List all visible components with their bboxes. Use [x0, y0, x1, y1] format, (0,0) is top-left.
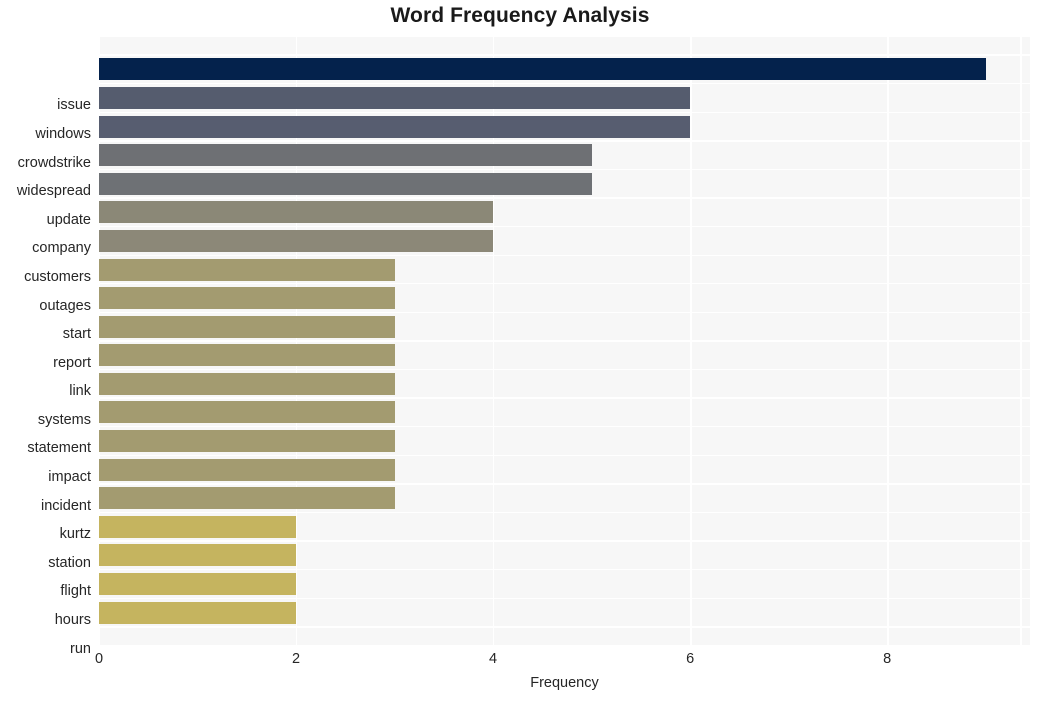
x-tick-label: 8 — [883, 651, 892, 667]
bar[interactable] — [99, 229, 494, 252]
x-axis-title: Frequency — [530, 675, 599, 691]
bar[interactable] — [99, 458, 395, 481]
bar-row — [99, 198, 1030, 227]
bar-row — [99, 255, 1030, 284]
bar[interactable] — [99, 287, 395, 310]
y-tick-label: flight — [60, 583, 91, 600]
bar-row — [99, 284, 1030, 313]
bar[interactable] — [99, 172, 592, 195]
bar-row — [99, 427, 1030, 456]
chart-title: Word Frequency Analysis — [390, 4, 650, 27]
y-tick-label: issue — [57, 97, 91, 114]
bar-row — [99, 312, 1030, 341]
bar[interactable] — [99, 401, 395, 424]
bar-row — [99, 169, 1030, 198]
x-axis: 0 2 4 6 8 Frequency — [95, 645, 1030, 701]
bar-row — [99, 227, 1030, 256]
y-tick-label: outages — [39, 297, 91, 314]
bar-row — [99, 84, 1030, 113]
bar-row — [99, 341, 1030, 370]
bar[interactable] — [99, 144, 592, 167]
y-tick-label: update — [46, 211, 91, 228]
bar[interactable] — [99, 515, 297, 538]
y-tick-label: incident — [41, 497, 91, 514]
x-tick-label: 4 — [489, 651, 498, 667]
y-tick-label: windows — [35, 125, 91, 142]
bar-row — [99, 398, 1030, 427]
x-tick-label: 6 — [686, 651, 695, 667]
bar-row — [99, 112, 1030, 141]
bar[interactable] — [99, 573, 297, 596]
bar-row — [99, 455, 1030, 484]
bar[interactable] — [99, 430, 395, 453]
bar[interactable] — [99, 58, 986, 81]
y-tick-label: company — [32, 240, 91, 257]
bar[interactable] — [99, 315, 395, 338]
bar-row — [99, 598, 1030, 627]
bar[interactable] — [99, 544, 297, 567]
bar[interactable] — [99, 201, 494, 224]
bar[interactable] — [99, 487, 395, 510]
bar-row — [99, 55, 1030, 84]
y-tick-label: statement — [27, 440, 91, 457]
bar-row — [99, 141, 1030, 170]
bar-row — [99, 513, 1030, 542]
bar[interactable] — [99, 344, 395, 367]
x-tick-label: 0 — [94, 651, 104, 667]
bar-row — [99, 570, 1030, 599]
y-tick-label: customers — [24, 268, 91, 285]
y-tick-label: crowdstrike — [17, 154, 91, 171]
y-tick-label: impact — [48, 469, 91, 486]
y-tick-label: kurtz — [59, 526, 91, 543]
bar[interactable] — [99, 258, 395, 281]
y-axis: issue windows crowdstrike widespread update c… — [0, 74, 99, 682]
plot-area: issue windows crowdstrike widespread update c… — [17, 37, 1030, 657]
word-frequency-bar-chart: Word Frequency Analysis issue windows crow… — [0, 0, 1040, 701]
y-tick-label: report — [53, 354, 91, 371]
y-tick-label: widespread — [16, 183, 91, 200]
y-tick-label: link — [69, 383, 91, 400]
y-tick-label: systems — [37, 411, 91, 428]
bar-row — [99, 370, 1030, 399]
y-tick-label: station — [48, 554, 91, 571]
bar[interactable] — [99, 86, 691, 109]
bar[interactable] — [99, 115, 691, 138]
y-tick-label: hours — [54, 612, 91, 629]
bar-row — [99, 541, 1030, 570]
y-tick-label: start — [62, 326, 91, 343]
bar[interactable] — [99, 601, 297, 624]
bar-row — [99, 484, 1030, 513]
x-tick-label: 2 — [291, 651, 301, 667]
bar[interactable] — [99, 372, 395, 395]
